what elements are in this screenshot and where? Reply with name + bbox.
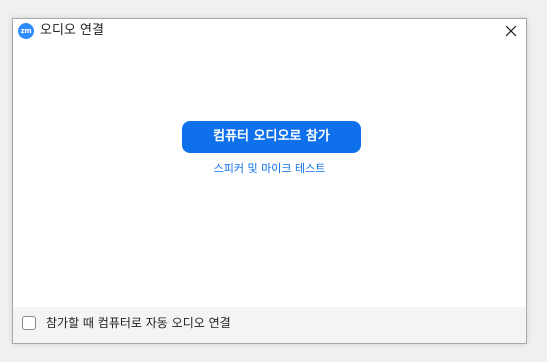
- dialog-footer: 참가할 때 컴퓨터로 자동 오디오 연결: [13, 307, 526, 343]
- zoom-logo-icon: zm: [18, 23, 34, 39]
- test-speaker-mic-link[interactable]: 스피커 및 마이크 테스트: [13, 161, 526, 177]
- join-with-computer-audio-button[interactable]: 컴퓨터 오디오로 참가: [182, 121, 361, 153]
- dialog-content: 컴퓨터 오디오로 참가 스피커 및 마이크 테스트: [13, 43, 526, 309]
- auto-connect-checkbox[interactable]: [22, 316, 36, 330]
- dialog-title: 오디오 연결: [40, 23, 104, 38]
- title-bar: zm 오디오 연결: [13, 19, 526, 43]
- auto-connect-label[interactable]: 참가할 때 컴퓨터로 자동 오디오 연결: [46, 315, 231, 331]
- audio-connect-dialog: zm 오디오 연결 컴퓨터 오디오로 참가 스피커 및 마이크 테스트 참가할 …: [12, 18, 527, 344]
- close-icon: [505, 25, 517, 37]
- close-button[interactable]: [496, 19, 526, 43]
